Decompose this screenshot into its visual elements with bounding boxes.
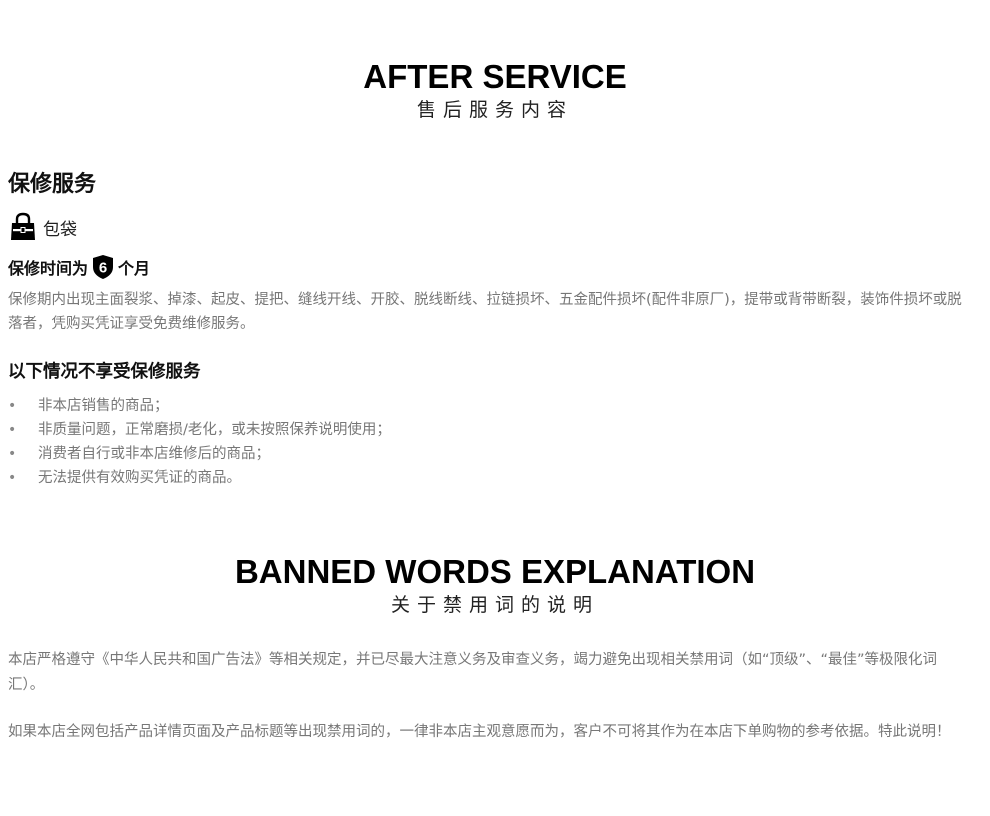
list-item: • 消费者自行或非本店维修后的商品； [8,442,391,466]
exclusion-list: • 非本店销售的商品； • 非质量问题，正常磨损/老化，或未按照保养说明使用； • 消… [8,394,391,490]
bullet-icon: • [8,446,17,462]
banned-words-title: BANNED WORDS EXPLANATION [234,553,756,590]
banned-words-paragraph: 本店严格遵守《中华人民共和国广告法》等相关规定，并已尽最大注意义务及审查义务，竭… [8,652,938,693]
banned-words-subtitle: 关于禁用词的说明 [390,594,599,616]
shield-icon: 6 [91,254,115,280]
period-suffix: 个月 [118,259,151,278]
bullet-icon: • [8,398,17,414]
banned-words-disclaimer: 如果本店全网包括产品详情页面及产品标题等出现禁用词的，一律非本店主观意愿而为，客… [8,724,951,740]
warranty-category: 包袋 [8,212,77,242]
bullet-icon: • [8,422,17,438]
exclusions-heading: 以下情况不享受保修服务 [8,362,201,382]
list-item: • 非本店销售的商品； [8,394,391,418]
warranty-coverage-text: 保修期内出现主面裂浆、掉漆、起皮、提把、缝线开线、开胶、脱线断线、拉链损坏、五金… [8,292,962,332]
list-item: • 无法提供有效购买凭证的商品。 [8,466,391,490]
category-label: 包袋 [43,219,77,240]
warranty-heading: 保修服务 [8,172,97,197]
warranty-months: 6 [99,260,107,277]
after-service-subtitle: 售后服务内容 [416,99,573,121]
after-service-title: AFTER SERVICE [363,58,627,95]
bullet-icon: • [8,470,17,486]
list-item: • 非质量问题，正常磨损/老化，或未按照保养说明使用； [8,418,391,442]
warranty-period: 保修时间为 6 个月 [8,254,150,280]
period-prefix: 保修时间为 [8,259,89,278]
handbag-icon [8,212,38,242]
